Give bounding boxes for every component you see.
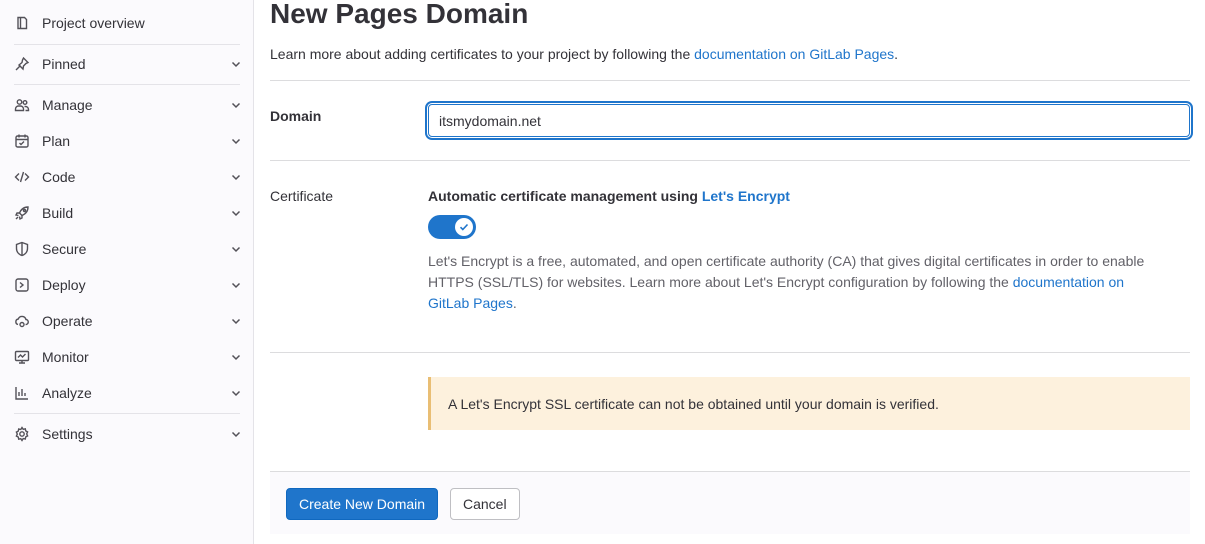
sidebar-item-label: Monitor — [42, 349, 89, 365]
cloud-gear-icon — [14, 313, 30, 329]
chevron-down-icon — [228, 313, 244, 329]
create-domain-button[interactable]: Create New Domain — [286, 488, 439, 520]
chevron-down-icon — [228, 56, 244, 72]
domain-input[interactable] — [428, 104, 1190, 137]
divider — [270, 160, 1190, 161]
divider — [270, 352, 1190, 353]
chart-icon — [14, 385, 30, 401]
lets-encrypt-toggle[interactable] — [428, 215, 476, 239]
deployments-icon — [14, 277, 30, 293]
sidebar-item-label: Manage — [42, 97, 93, 113]
toggle-knob — [455, 218, 473, 236]
code-icon — [14, 169, 30, 185]
sidebar: Project overview Pinned Manage Plan Code — [0, 0, 254, 544]
sidebar-item-label: Project overview — [42, 15, 145, 31]
chevron-down-icon — [228, 349, 244, 365]
domain-label: Domain — [270, 108, 322, 124]
shield-icon — [14, 241, 30, 257]
project-icon — [14, 15, 30, 31]
main-content: New Pages Domain Learn more about adding… — [270, 0, 1190, 544]
sidebar-item-deploy[interactable]: Deploy — [6, 270, 246, 300]
chevron-down-icon — [228, 97, 244, 113]
sidebar-item-settings[interactable]: Settings — [6, 419, 246, 449]
sidebar-item-operate[interactable]: Operate — [6, 306, 246, 336]
chevron-down-icon — [228, 205, 244, 221]
intro-text: Learn more about adding certificates to … — [270, 45, 898, 63]
chevron-down-icon — [228, 385, 244, 401]
alert-text: A Let's Encrypt SSL certificate can not … — [448, 395, 939, 412]
sidebar-item-plan[interactable]: Plan — [6, 126, 246, 156]
lets-encrypt-link[interactable]: Let's Encrypt — [702, 188, 790, 204]
certificate-help-text: Let's Encrypt is a free, automated, and … — [428, 251, 1168, 314]
sidebar-item-label: Build — [42, 205, 74, 221]
gear-icon — [14, 426, 30, 442]
intro-text-start: Learn more about adding certificates to … — [270, 46, 695, 62]
page-title: New Pages Domain — [270, 0, 529, 29]
form-actions: Create New Domain Cancel — [270, 471, 1190, 534]
sidebar-item-label: Analyze — [42, 385, 92, 401]
sidebar-item-label: Secure — [42, 241, 87, 257]
sidebar-item-label: Operate — [42, 313, 93, 329]
monitor-icon — [14, 349, 30, 365]
sidebar-item-build[interactable]: Build — [6, 198, 246, 228]
cancel-button[interactable]: Cancel — [450, 488, 520, 520]
sidebar-item-manage[interactable]: Manage — [6, 90, 246, 120]
intro-text-end: . — [894, 46, 899, 62]
chevron-down-icon — [228, 277, 244, 293]
sidebar-divider — [14, 84, 240, 85]
pin-icon — [14, 56, 30, 72]
calendar-icon — [14, 133, 30, 149]
divider — [270, 80, 1190, 81]
chevron-down-icon — [228, 169, 244, 185]
users-icon — [14, 97, 30, 113]
certificate-title: Automatic certificate management using L… — [428, 188, 790, 204]
chevron-down-icon — [228, 133, 244, 149]
sidebar-item-project-overview[interactable]: Project overview — [6, 8, 246, 38]
sidebar-item-label: Deploy — [42, 277, 86, 293]
certificate-help-end: . — [512, 295, 517, 311]
chevron-down-icon — [228, 241, 244, 257]
certificate-title-text: Automatic certificate management using — [428, 188, 702, 204]
sidebar-item-label: Pinned — [42, 56, 86, 72]
rocket-icon — [14, 205, 30, 221]
sidebar-item-label: Settings — [42, 426, 93, 442]
sidebar-divider — [14, 44, 240, 45]
sidebar-item-monitor[interactable]: Monitor — [6, 342, 246, 372]
check-icon — [459, 223, 469, 231]
documentation-link[interactable]: documentation on GitLab Pages — [694, 46, 894, 62]
sidebar-item-label: Plan — [42, 133, 71, 149]
certificate-label: Certificate — [270, 188, 334, 204]
sidebar-item-pinned[interactable]: Pinned — [6, 49, 246, 79]
chevron-down-icon — [228, 426, 244, 442]
sidebar-divider — [14, 413, 240, 414]
sidebar-item-label: Code — [42, 169, 76, 185]
sidebar-item-secure[interactable]: Secure — [6, 234, 246, 264]
sidebar-item-analyze[interactable]: Analyze — [6, 378, 246, 408]
warning-alert: A Let's Encrypt SSL certificate can not … — [428, 377, 1190, 430]
sidebar-item-code[interactable]: Code — [6, 162, 246, 192]
